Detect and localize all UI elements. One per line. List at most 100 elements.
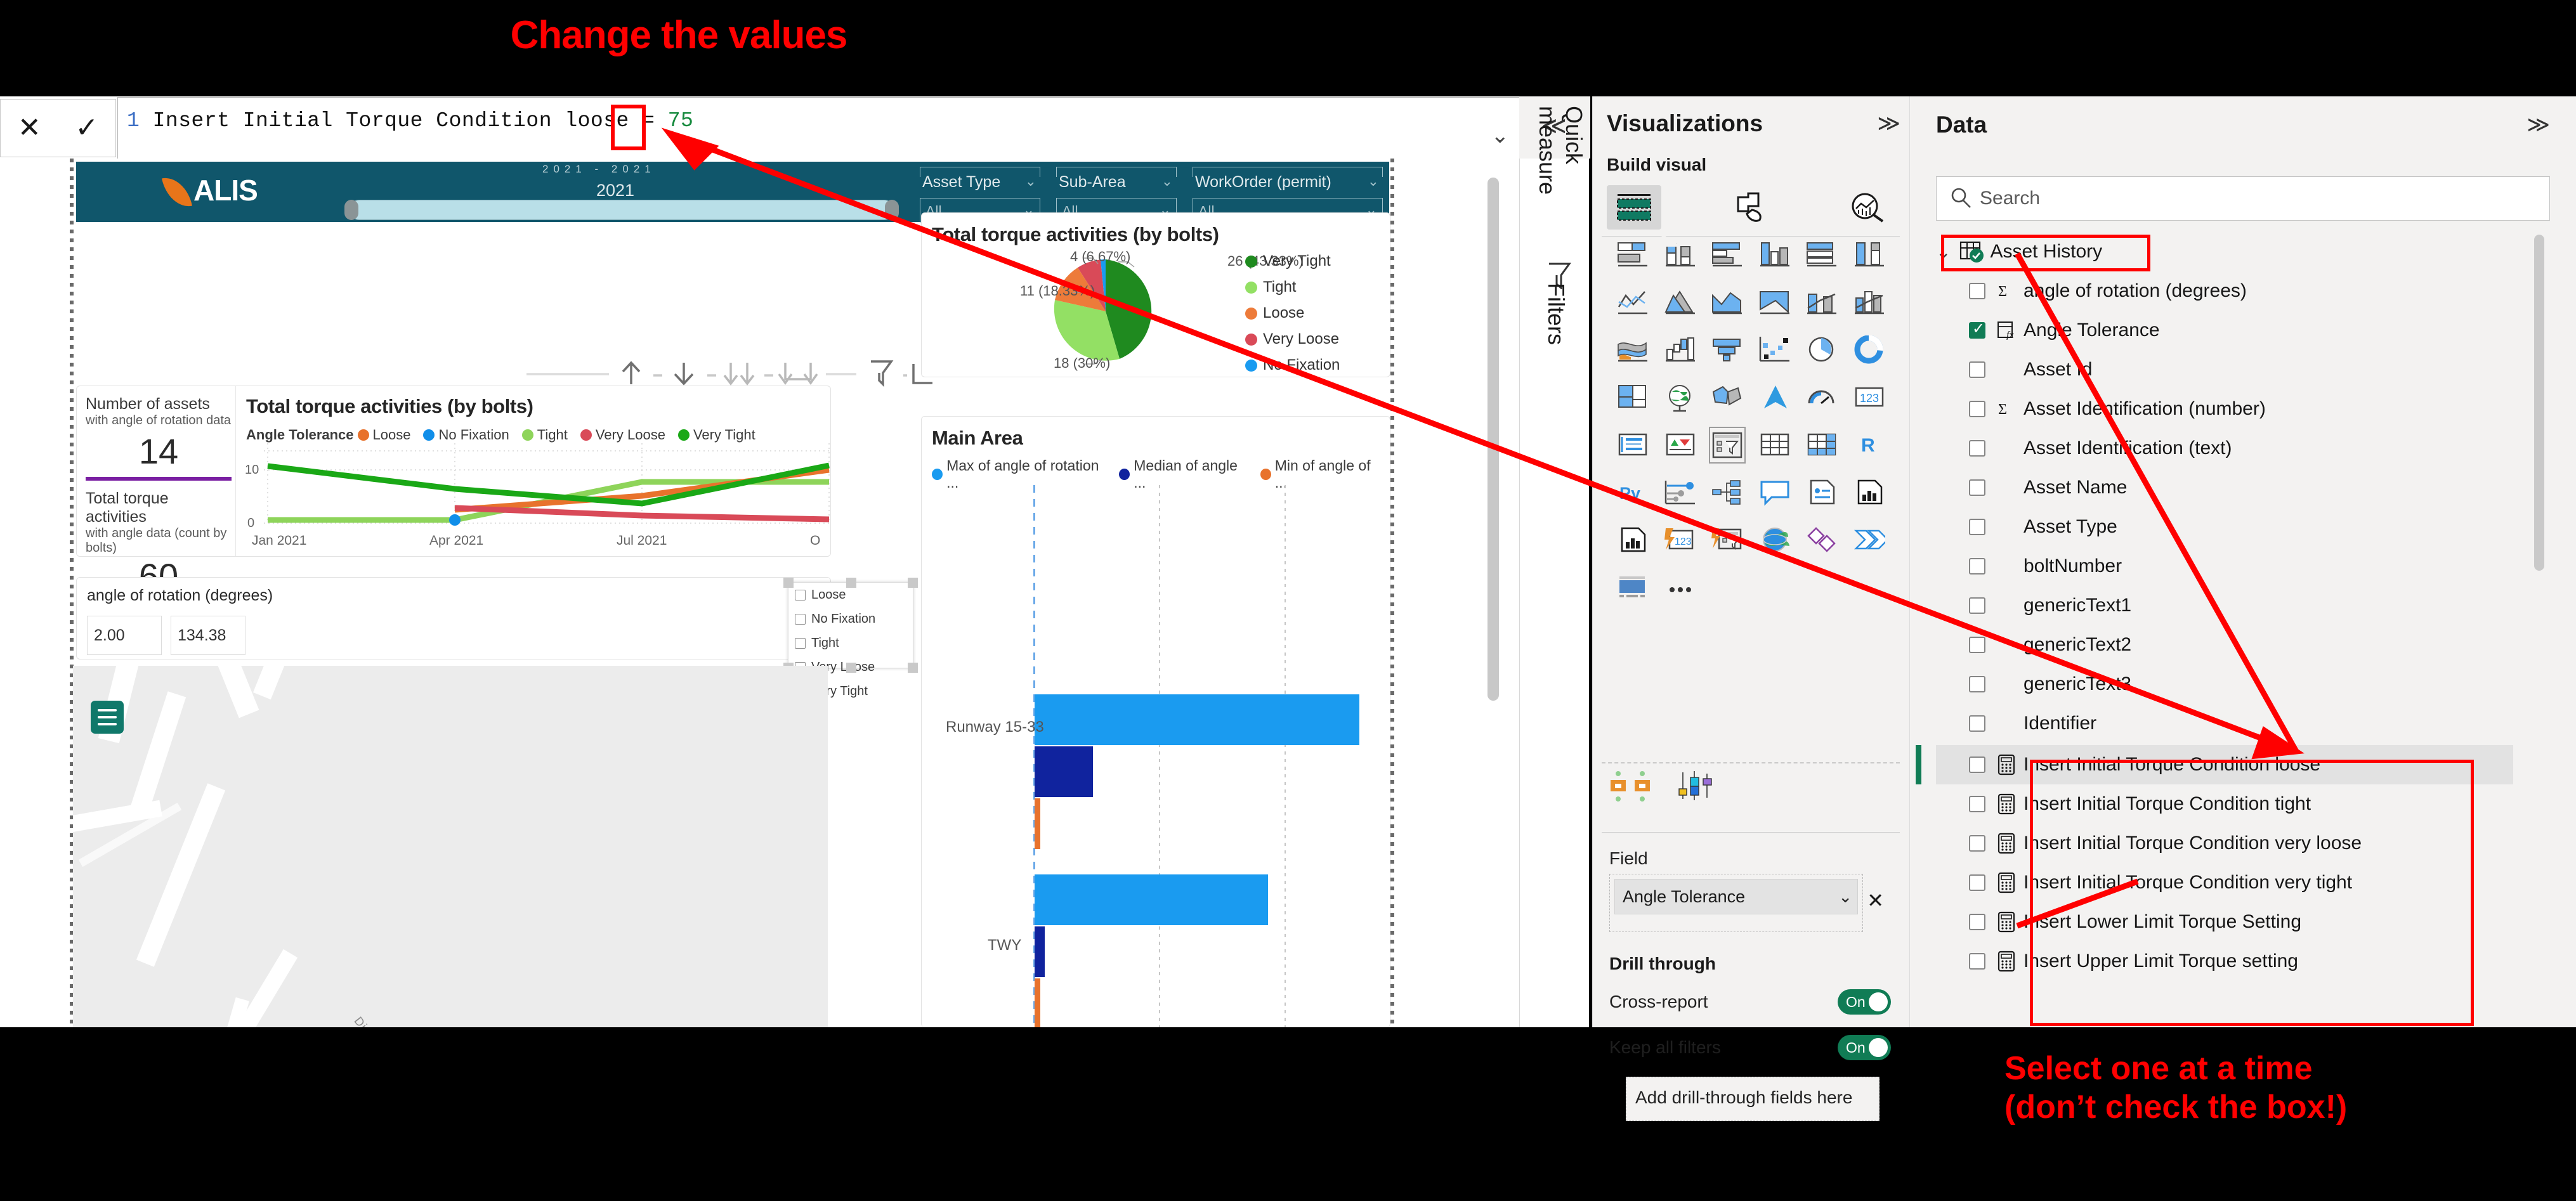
tolerance-item-tight[interactable]: Tight: [788, 631, 913, 655]
legend-item-tight[interactable]: Tight: [1245, 278, 1340, 296]
chevron-down-icon[interactable]: ⌄: [1838, 887, 1852, 907]
table-icon[interactable]: [1758, 429, 1791, 462]
checkbox[interactable]: [1969, 519, 1985, 535]
close-icon[interactable]: ✕: [1867, 888, 1884, 912]
visual-type-gallery[interactable]: 123 R Py 123: [1593, 230, 1909, 604]
field-row-asset-name[interactable]: Asset Name: [1936, 468, 2127, 507]
hamburger-icon[interactable]: [91, 701, 124, 734]
stacked-bar-chart-icon[interactable]: [1616, 238, 1649, 271]
slicer-icon[interactable]: [1709, 427, 1746, 464]
checkbox[interactable]: [1969, 796, 1985, 812]
clustered-column-chart-icon[interactable]: [1758, 238, 1791, 271]
funnel-chart-icon[interactable]: [1711, 334, 1744, 367]
paginated-report-icon[interactable]: [1853, 476, 1886, 509]
filters-label[interactable]: Filters: [1543, 283, 1569, 378]
clustered-bar-chart-icon[interactable]: [1711, 238, 1744, 271]
map-visual[interactable]: Djurhagegatan: [73, 666, 828, 1027]
scatter-chart-icon[interactable]: [1758, 334, 1791, 367]
build-visual-tab[interactable]: [1607, 185, 1661, 230]
area-chart-icon[interactable]: [1664, 286, 1697, 319]
org-chart-visual-icon[interactable]: [1609, 770, 1654, 806]
bar-median-twy[interactable]: [1035, 926, 1045, 977]
field-row-identifier[interactable]: Identifier: [1936, 704, 2096, 743]
checkbox[interactable]: [1969, 479, 1985, 496]
smart-narrative-icon[interactable]: [1805, 476, 1838, 509]
box-whisker-visual-icon[interactable]: [1677, 770, 1721, 806]
checkbox[interactable]: [1969, 835, 1985, 852]
checkbox[interactable]: [795, 637, 806, 649]
checkbox[interactable]: [1969, 558, 1985, 575]
angle-max-input[interactable]: 134.38: [171, 616, 245, 655]
power-apps-visual-icon[interactable]: [1616, 524, 1649, 557]
chevron-down-icon[interactable]: ⌄: [1161, 173, 1173, 190]
stacked-area-chart-icon[interactable]: [1711, 286, 1744, 319]
power-automate-visual-icon[interactable]: 123: [1664, 524, 1697, 557]
field-row-angle-of-rotation[interactable]: Σ angle of rotation (degrees): [1936, 271, 2247, 311]
filled-area-chart-icon[interactable]: [1758, 286, 1791, 319]
100-stacked-bar-chart-icon[interactable]: [1805, 238, 1838, 271]
card-icon[interactable]: 123: [1853, 381, 1886, 414]
legend-item-very-loose[interactable]: Very Loose: [1245, 330, 1340, 348]
bar-median-runway[interactable]: [1035, 746, 1093, 797]
filters-rail[interactable]: Filters: [1519, 159, 1589, 1027]
year-range-slider[interactable]: [344, 200, 899, 220]
line-chart-plot[interactable]: 10 0 Jan 2021 Apr 2021 Jul 2021 O: [236, 438, 832, 551]
100-stacked-column-chart-icon[interactable]: [1853, 238, 1886, 271]
arcgis-map-icon[interactable]: [1758, 524, 1791, 557]
field-row-generictext1[interactable]: genericText1: [1936, 586, 2131, 625]
drill-option-cross-report[interactable]: Cross-report On: [1593, 979, 1910, 1025]
checkbox[interactable]: [1969, 320, 1985, 339]
main-area-bar-chart-card[interactable]: Main Area Max of angle of rotation ... M…: [921, 416, 1390, 1027]
checkbox[interactable]: [795, 589, 806, 600]
bar-max-twy[interactable]: [1035, 874, 1268, 925]
format-visual-tab[interactable]: [1724, 185, 1779, 230]
line-chart-icon[interactable]: [1616, 286, 1649, 319]
chevron-down-icon[interactable]: ⌄: [1368, 173, 1379, 190]
resize-handle-t[interactable]: [846, 578, 856, 588]
chevron-double-right-icon[interactable]: ≫: [2527, 112, 2550, 138]
power-apps-for-power-bi-icon[interactable]: [1853, 524, 1886, 557]
resize-handle-br[interactable]: [908, 663, 918, 673]
field-row-asset-identification-text[interactable]: Asset Identification (text): [1936, 429, 2232, 468]
chevron-down-icon[interactable]: ⌄: [1025, 173, 1036, 190]
pie-chart-legend[interactable]: Very Tight Tight Loose Very Loose No Fix…: [1245, 252, 1340, 382]
multi-row-card-icon[interactable]: [1616, 429, 1649, 462]
line-chart[interactable]: Total torque activities (by bolts) Angle…: [235, 386, 832, 556]
checkbox[interactable]: [1969, 874, 1985, 891]
checkbox[interactable]: [1969, 637, 1985, 653]
checkbox[interactable]: [1969, 597, 1985, 614]
waterfall-chart-icon[interactable]: [1664, 334, 1697, 367]
keep-all-filters-toggle[interactable]: On: [1838, 1035, 1891, 1060]
checkbox[interactable]: [795, 613, 806, 625]
checkbox[interactable]: [1969, 440, 1985, 457]
legend-item-loose[interactable]: Loose: [1245, 304, 1340, 322]
kpi-icon[interactable]: [1664, 429, 1697, 462]
checkbox[interactable]: [1969, 715, 1985, 732]
decomposition-tree-icon[interactable]: [1711, 476, 1744, 509]
get-more-visuals-icon[interactable]: [1616, 571, 1649, 604]
field-row-asset-id[interactable]: Asset Id: [1936, 350, 2092, 389]
donut-chart-icon[interactable]: [1853, 334, 1886, 367]
resize-handle-tr[interactable]: [908, 578, 918, 588]
check-icon[interactable]: ✓: [75, 114, 98, 142]
close-icon[interactable]: ✕: [18, 114, 41, 142]
power-bi-visual-icon[interactable]: [1711, 524, 1744, 557]
line-and-stacked-column-chart-icon[interactable]: [1805, 286, 1838, 319]
key-influencers-icon[interactable]: [1664, 476, 1697, 509]
checkbox[interactable]: [1969, 676, 1985, 692]
chevron-double-right-icon[interactable]: ≫: [1877, 111, 1900, 136]
drill-option-keep-all-filters[interactable]: Keep all filters On: [1593, 1025, 1910, 1070]
canvas-scrollbar-thumb[interactable]: [1487, 178, 1499, 701]
bar-chart-plot[interactable]: Runway 15-33 TWY: [922, 485, 1391, 1027]
field-row-angle-tolerance[interactable]: fx Angle Tolerance: [1936, 311, 2160, 350]
tolerance-item-no-fixation[interactable]: No Fixation: [788, 607, 913, 631]
checkbox[interactable]: [1969, 756, 1985, 773]
angle-tolerance-list[interactable]: Loose No Fixation Tight Very Loose Very …: [783, 578, 918, 698]
bar-min-twy[interactable]: [1035, 978, 1040, 1027]
field-row-boltnumber[interactable]: boltNumber: [1936, 547, 2122, 586]
azure-map-icon[interactable]: [1758, 381, 1791, 414]
bar-max-runway[interactable]: [1035, 694, 1359, 745]
bar-min-runway[interactable]: [1035, 798, 1040, 849]
resize-handle-tl[interactable]: [783, 578, 794, 588]
checkbox[interactable]: [1969, 401, 1985, 417]
